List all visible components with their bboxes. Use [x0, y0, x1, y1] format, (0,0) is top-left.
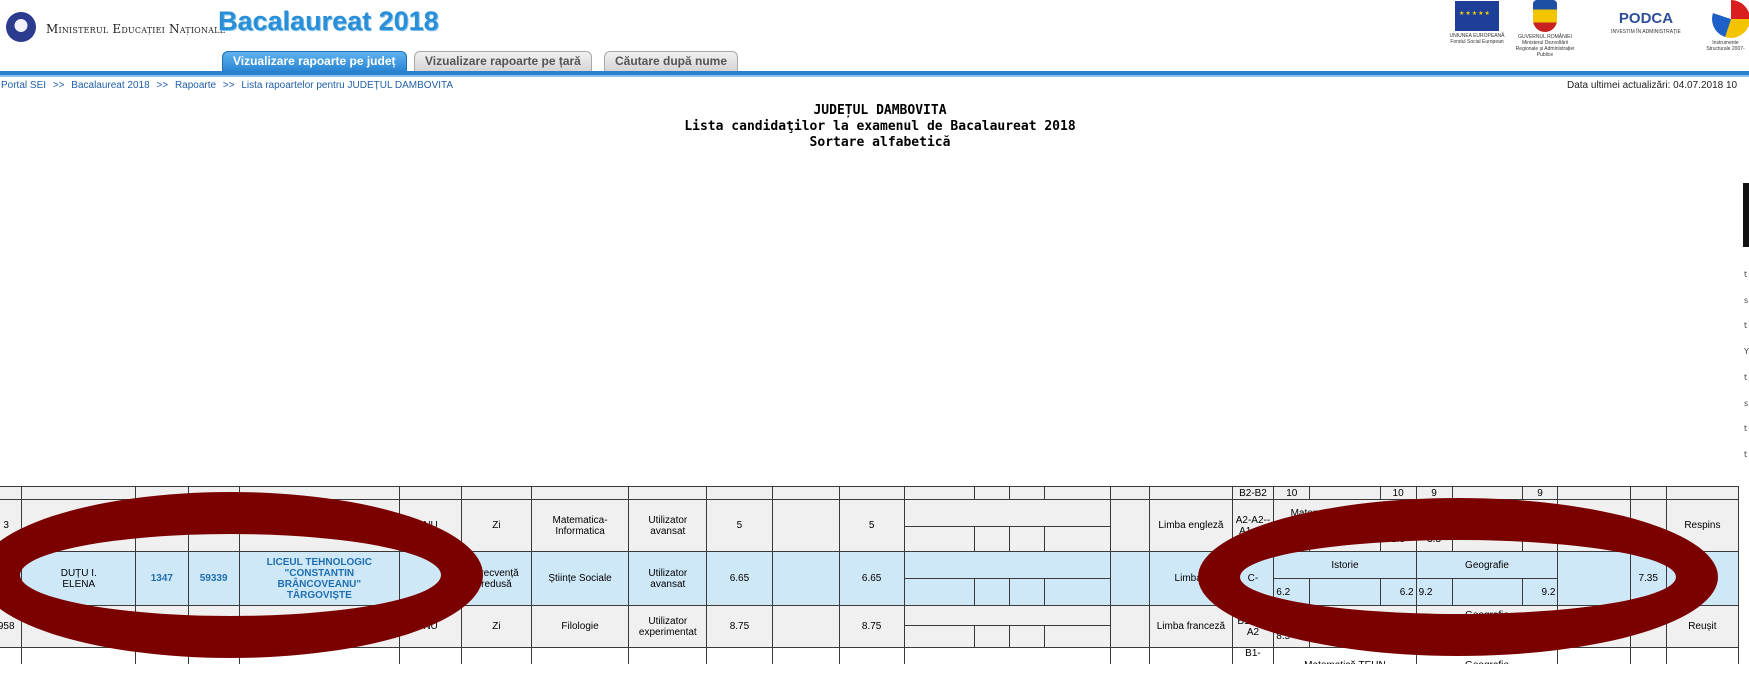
tab-rapoarte-tara[interactable]: Vizualizare rapoarte pe țară [414, 51, 592, 71]
breadcrumb-bacalaureat[interactable]: Bacalaureat 2018 [71, 80, 149, 91]
ministry-crest-icon [6, 12, 36, 42]
breadcrumb-separator: >> [156, 80, 169, 91]
romania-crest-icon: GUVERNUL ROMÂNIEI Ministerul Dezvoltării… [1510, 0, 1580, 58]
edge-mark: t [1744, 373, 1748, 382]
specialization: Filologie [530, 605, 630, 648]
romanian-oral-grade: 5 [706, 499, 773, 552]
ministry-name: Ministerul Educației Naționale [46, 22, 226, 36]
list-title: Lista candidaţilor la examenul de Bacala… [684, 119, 1076, 134]
sort-title: Sortare alfabetică [809, 135, 951, 150]
specialization: Matematica-Informatica [530, 499, 630, 552]
tab-rapoarte-judet[interactable]: Vizualizare rapoarte pe județ [222, 51, 407, 71]
digital-competence: Utilizator experimentat [628, 605, 708, 648]
language-level: B1- [1231, 647, 1275, 664]
contest-grade [771, 499, 840, 552]
grade-cell: 10 [1379, 486, 1417, 500]
app-title[interactable]: Bacalaureat 2018 [218, 6, 439, 37]
side-panel-edge[interactable] [1743, 183, 1749, 247]
contest-grade [771, 605, 840, 648]
study-form: Zi [461, 499, 532, 552]
edge-mark: t [1744, 321, 1748, 330]
tab-cautare-nume[interactable]: Căutare după nume [604, 51, 739, 71]
romania-caption: GUVERNUL ROMÂNIEI Ministerul Dezvoltării… [1515, 34, 1575, 58]
eu-caption: UNIUNEA EUROPEANĂ Fondul Social European [1449, 33, 1505, 45]
podca-logo: PODCA INVESTIM ÎN ADMINISTRAȚIE [1604, 0, 1688, 50]
last-updated: Data ultimei actualizări: 04.07.2018 10 [1567, 80, 1738, 91]
podca-caption: INVESTIM ÎN ADMINISTRAȚIE [1611, 29, 1681, 35]
breadcrumb-rapoarte[interactable]: Rapoarte [175, 80, 216, 91]
romanian-oral-grade: 8.75 [706, 605, 773, 648]
breadcrumb-separator: >> [222, 80, 235, 91]
edge-mark: t [1744, 270, 1748, 279]
breadcrumb-separator: >> [52, 80, 65, 91]
digital-competence: Utilizator avansat [628, 499, 708, 552]
digital-competence: Utilizator avansat [628, 551, 708, 606]
county-title: JUDEȚUL DAMBOVITA [813, 103, 947, 118]
edge-mark: t [1744, 424, 1748, 433]
grade-cell: 10 [1273, 486, 1311, 500]
specialization: Științe Sociale [530, 551, 630, 606]
breadcrumb-portal-sei[interactable]: Portal SEI [1, 80, 46, 91]
highlight-ellipse-right [1198, 498, 1718, 656]
final-romanian-grade: 8.75 [838, 605, 905, 648]
edge-mark: t [1744, 450, 1748, 459]
level-cell: B2-B2 [1231, 486, 1275, 500]
final-romanian-grade: 6.65 [838, 551, 905, 606]
eu-flag-icon: UNIUNEA EUROPEANĂ Fondul Social European [1442, 0, 1512, 50]
grade-cell: 9 [1521, 486, 1559, 500]
modern-language: Limba franceză [1149, 605, 1233, 648]
tab-bar [0, 71, 1749, 77]
final-romanian-grade: 5 [838, 499, 905, 552]
edge-mark: Y [1744, 347, 1749, 356]
contest-grade [771, 551, 840, 606]
instrumente-caption: Instrumente Structurale 2007-2013 [1706, 40, 1745, 50]
study-form: Zi [461, 605, 532, 648]
romanian-oral-grade: 6.65 [706, 551, 773, 606]
breadcrumb: Portal SEI >> Bacalaureat 2018 >> Rapoar… [1, 80, 453, 91]
highlight-ellipse-left [0, 492, 483, 658]
instrumente-structurale-logo: Instrumente Structurale 2007-2013 [1702, 0, 1749, 50]
edge-mark: s [1744, 296, 1749, 305]
breadcrumb-lista-rapoarte[interactable]: Lista rapoartelor pentru JUDEȚUL DAMBOVI… [241, 80, 453, 91]
edge-mark: s [1744, 399, 1749, 408]
podca-text: PODCA [1618, 10, 1674, 27]
